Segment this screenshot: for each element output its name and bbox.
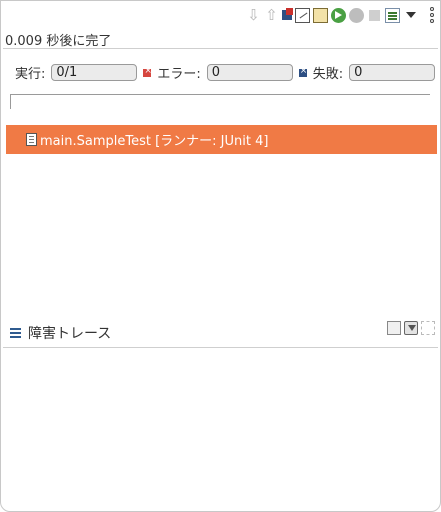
junit-view-panel: ⇩ ⇧ 0.009 秒後に完了 実行: 0/1 エラー: 0 失敗: 0 mai… [0, 0, 441, 512]
counters-bar: 実行: 0/1 エラー: 0 失敗: 0 [15, 63, 436, 82]
errors-count-field: 0 [206, 64, 293, 81]
failure-trace-title: 障害トレース [28, 326, 112, 342]
failure-icon [298, 65, 307, 77]
copy-trace-icon[interactable] [421, 321, 435, 335]
stop-icon[interactable] [369, 9, 380, 21]
more-options-icon[interactable] [430, 7, 434, 23]
failures-count-field: 0 [349, 64, 436, 81]
test-tree-row[interactable]: main.SampleTest [ランナー: JUnit 4] [6, 125, 437, 154]
divider [3, 48, 438, 49]
trace-toolbar [387, 321, 435, 335]
failure-trace-header: 障害トレース [10, 323, 111, 343]
show-failures-only-icon[interactable] [282, 8, 293, 20]
previous-failure-icon[interactable]: ⇧ [264, 7, 279, 23]
view-menu-icon[interactable] [406, 12, 416, 18]
progress-bar [10, 94, 430, 109]
divider [3, 347, 438, 348]
scroll-lock-icon[interactable] [295, 7, 310, 23]
failures-label: 失敗: [312, 67, 344, 82]
runs-count-field: 0/1 [51, 64, 138, 81]
error-icon [143, 65, 152, 77]
stack-trace-icon [10, 328, 21, 338]
test-suite-label: main.SampleTest [ランナー: JUnit 4] [40, 134, 269, 149]
test-suite-icon [26, 133, 37, 146]
next-failure-icon[interactable]: ⇩ [246, 7, 261, 23]
junit-toolbar: ⇩ ⇧ [246, 5, 434, 25]
rerun-failed-first-icon[interactable] [349, 7, 364, 23]
runs-label: 実行: [15, 67, 46, 82]
filter-stack-trace-icon[interactable] [404, 321, 418, 335]
history-icon[interactable] [313, 7, 328, 23]
compare-result-icon[interactable] [387, 321, 401, 335]
rerun-test-icon[interactable] [331, 7, 346, 23]
layout-icon[interactable] [385, 7, 400, 23]
run-status-text: 0.009 秒後に完了 [5, 34, 112, 49]
errors-label: エラー: [157, 67, 201, 82]
